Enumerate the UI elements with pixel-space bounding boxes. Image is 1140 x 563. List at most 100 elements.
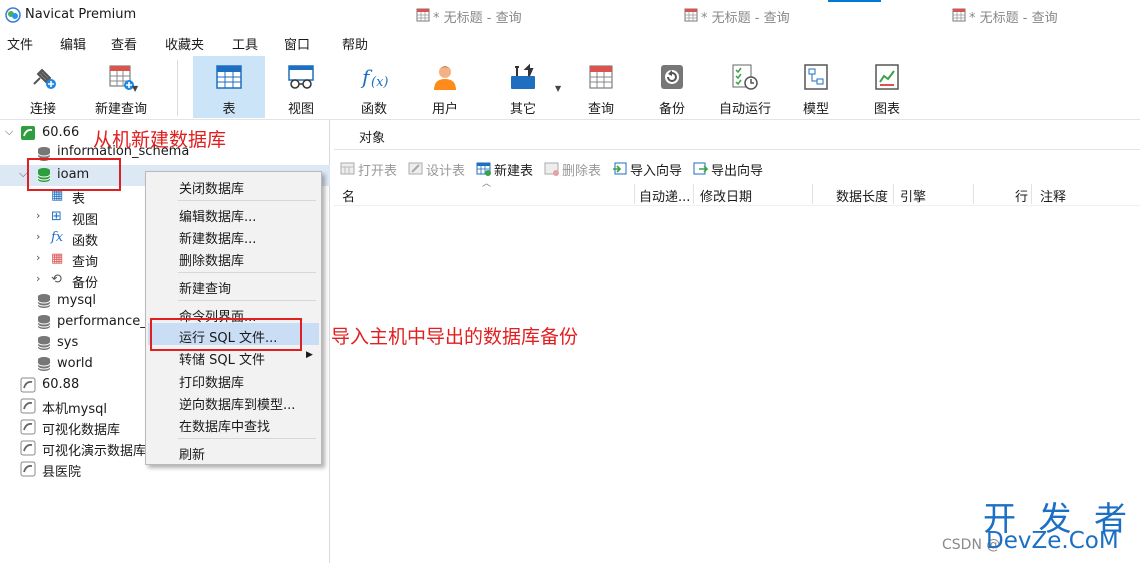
menu-delete-database[interactable]: 删除数据库 (179, 250, 244, 269)
main-toolbar: 连接 新建查询 表 视图 f (x) 函数 用户 其它 查询 备份 自动运行 模… (0, 54, 1140, 120)
database-icon (37, 294, 51, 308)
expand-arrow-icon[interactable]: › (36, 272, 40, 285)
menu-tools[interactable]: 工具 (232, 34, 258, 53)
menu-window[interactable]: 窗口 (284, 34, 310, 53)
column-engine[interactable]: 引擎 (900, 186, 926, 205)
menu-edit[interactable]: 编辑 (60, 34, 86, 53)
tab-query-2[interactable]: * 无标题 - 查询 (682, 0, 944, 30)
view-icon: ⊞ (51, 209, 62, 224)
mysql-connection-icon (20, 377, 36, 393)
delete-table-icon (544, 162, 559, 176)
column-divider[interactable] (693, 184, 694, 204)
toolbar-user-button[interactable]: 用户 (416, 56, 474, 118)
database-icon (37, 357, 51, 371)
menu-separator (178, 200, 316, 201)
design-table-icon (408, 162, 423, 175)
view-icon (288, 65, 314, 89)
column-modified-date[interactable]: 修改日期 (700, 186, 752, 205)
menu-bar: 文件 编辑 查看 收藏夹 工具 窗口 帮助 (0, 30, 1140, 54)
column-data-length[interactable]: 数据长度 (836, 186, 888, 205)
plug-icon (33, 68, 56, 89)
collapse-arrow-icon[interactable]: ⌵ (5, 125, 13, 139)
app-title: Navicat Premium (25, 7, 137, 22)
column-divider[interactable] (812, 184, 813, 204)
object-list-header: 名 自动递... 修改日期 数据长度 引擎 行 注释 (334, 182, 1140, 206)
column-auto-increment[interactable]: 自动递... (639, 186, 690, 205)
function-icon: fx (51, 230, 64, 245)
column-divider[interactable] (893, 184, 894, 204)
model-icon (804, 64, 828, 90)
annotation-box-run-sql (150, 318, 302, 351)
menu-reverse-to-model[interactable]: 逆向数据库到模型... (179, 394, 295, 413)
menu-find-in-database[interactable]: 在数据库中查找 (179, 416, 270, 435)
toolbar-function-button[interactable]: f (x) 函数 (345, 56, 403, 118)
navicat-window: Navicat Premium 文件 编辑 查看 收藏夹 工具 窗口 帮助 连接… (0, 0, 1140, 563)
mysql-connection-icon (20, 461, 36, 477)
mysql-connection-icon (20, 419, 36, 435)
menu-dump-sql-file[interactable]: 转储 SQL 文件 (179, 349, 265, 368)
navicat-logo-icon (5, 7, 21, 23)
column-comment[interactable]: 注释 (1040, 186, 1066, 205)
tools-icon (511, 63, 535, 89)
column-rows[interactable]: 行 (1015, 186, 1028, 205)
menu-view[interactable]: 查看 (111, 34, 137, 53)
mysql-connection-icon (21, 126, 35, 140)
toolbar-other-button[interactable]: 其它 (494, 56, 552, 118)
chart-icon (875, 64, 899, 90)
query-icon: ▦ (51, 251, 64, 266)
tab-query-1[interactable]: * 无标题 - 查询 (414, 0, 676, 30)
query-icon (416, 8, 430, 22)
menu-new-database[interactable]: 新建数据库... (179, 228, 256, 247)
toolbar-chart-button[interactable]: 图表 (858, 56, 916, 118)
menu-help[interactable]: 帮助 (342, 34, 368, 53)
toolbar-table-button[interactable]: 表 (193, 56, 265, 118)
menu-file[interactable]: 文件 (7, 34, 33, 53)
menu-separator (178, 438, 316, 439)
tab-bar (334, 120, 1140, 150)
toolbar-new-query-button[interactable]: 新建查询 (88, 56, 154, 118)
toolbar-model-button[interactable]: 模型 (787, 56, 845, 118)
expand-arrow-icon[interactable]: › (36, 209, 40, 222)
mysql-connection-icon (20, 398, 36, 414)
column-divider[interactable] (973, 184, 974, 204)
backup-icon (661, 65, 683, 89)
other-dropdown-arrow[interactable]: ▼ (555, 84, 561, 93)
expand-arrow-icon[interactable]: › (36, 230, 40, 243)
column-divider[interactable] (634, 184, 635, 204)
column-divider[interactable] (1031, 184, 1032, 204)
annotation-box-ioam (27, 158, 121, 191)
toolbar-separator (177, 60, 178, 116)
database-icon (37, 315, 51, 329)
query-icon (952, 8, 966, 22)
expand-arrow-icon[interactable]: › (36, 251, 40, 264)
menu-favorites[interactable]: 收藏夹 (165, 34, 204, 53)
toolbar-backup-button[interactable]: 备份 (643, 56, 701, 118)
schedule-icon (732, 64, 758, 90)
table-icon (216, 65, 242, 89)
menu-separator (178, 300, 316, 301)
query-icon (684, 8, 698, 22)
mysql-connection-icon (20, 440, 36, 456)
database-icon (37, 336, 51, 350)
function-icon: f (x) (360, 65, 388, 90)
toolbar-query-button[interactable]: 查询 (572, 56, 630, 118)
column-name[interactable]: 名 (342, 186, 355, 205)
new-query-dropdown-arrow[interactable]: ▼ (132, 84, 138, 93)
menu-edit-database[interactable]: 编辑数据库... (179, 206, 256, 225)
menu-print-database[interactable]: 打印数据库 (179, 372, 244, 391)
menu-separator (178, 272, 316, 273)
export-icon (693, 162, 708, 175)
toolbar-connect-button[interactable]: 连接 (14, 56, 72, 118)
open-table-icon (340, 162, 355, 175)
submenu-arrow-icon: ▶ (306, 350, 313, 360)
tab-objects[interactable]: 对象 (334, 120, 410, 150)
tab-query-3[interactable]: * 无标题 - 查询 (950, 0, 1140, 30)
menu-new-query[interactable]: 新建查询 (179, 278, 231, 297)
toolbar-view-button[interactable]: 视图 (272, 56, 330, 118)
menu-refresh[interactable]: 刷新 (179, 444, 205, 463)
backup-icon: ⟲ (51, 272, 62, 287)
annotation-new-db: 从机新建数据库 (93, 129, 227, 151)
menu-close-database[interactable]: 关闭数据库 (179, 178, 244, 197)
toolbar-schedule-button[interactable]: 自动运行 (712, 56, 778, 118)
watermark-domain: DevZe.CoM (986, 528, 1119, 554)
